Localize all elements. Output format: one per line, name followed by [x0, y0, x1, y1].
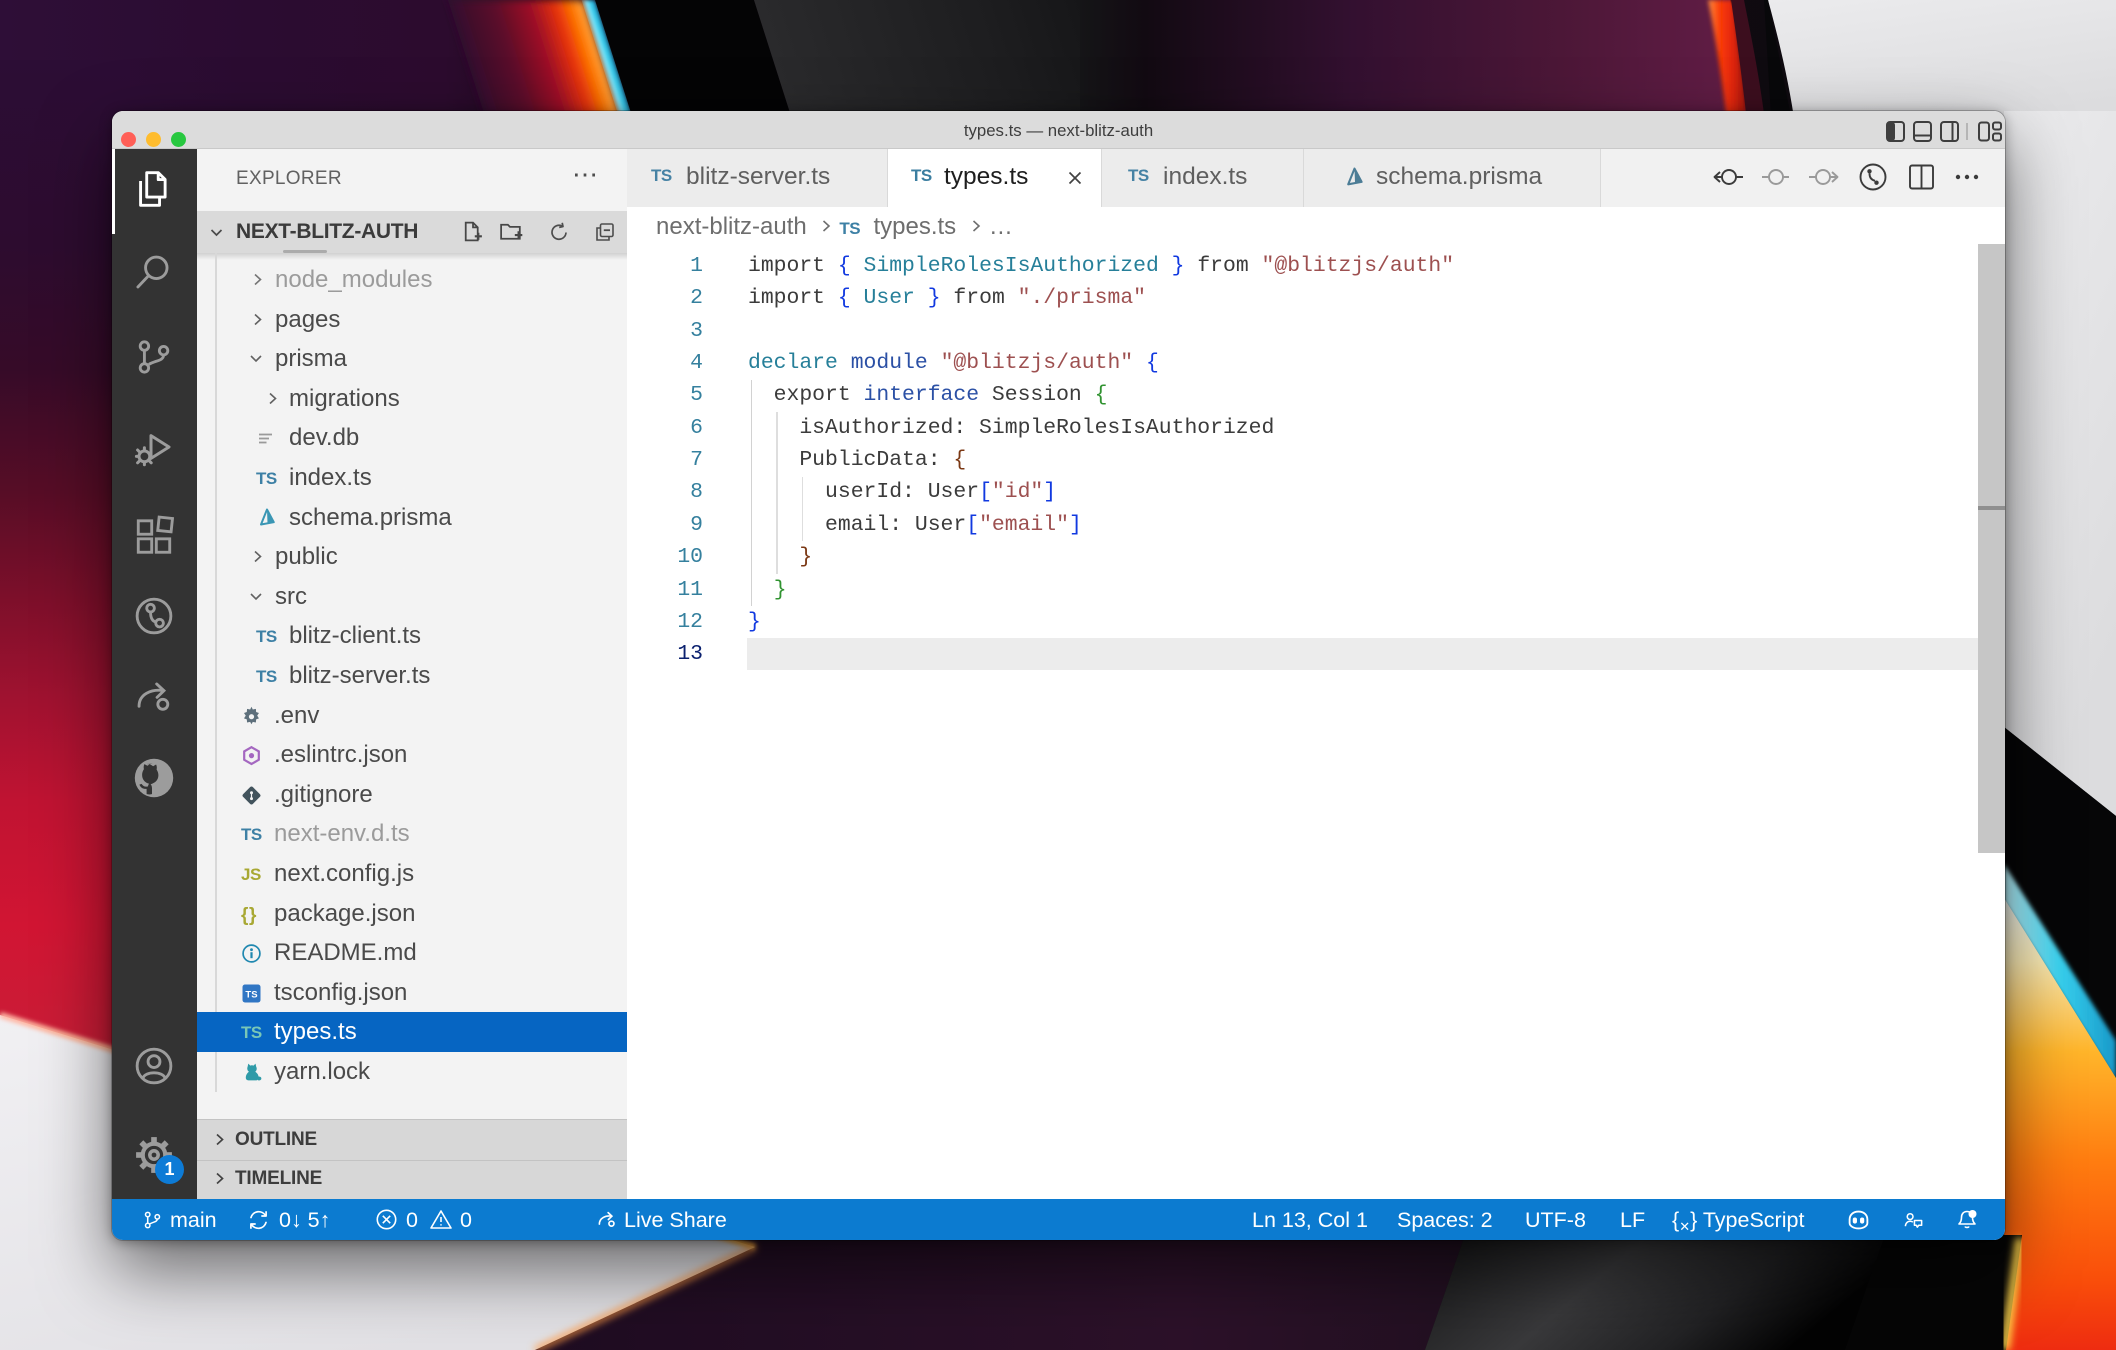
- svg-text:TS: TS: [245, 989, 257, 1000]
